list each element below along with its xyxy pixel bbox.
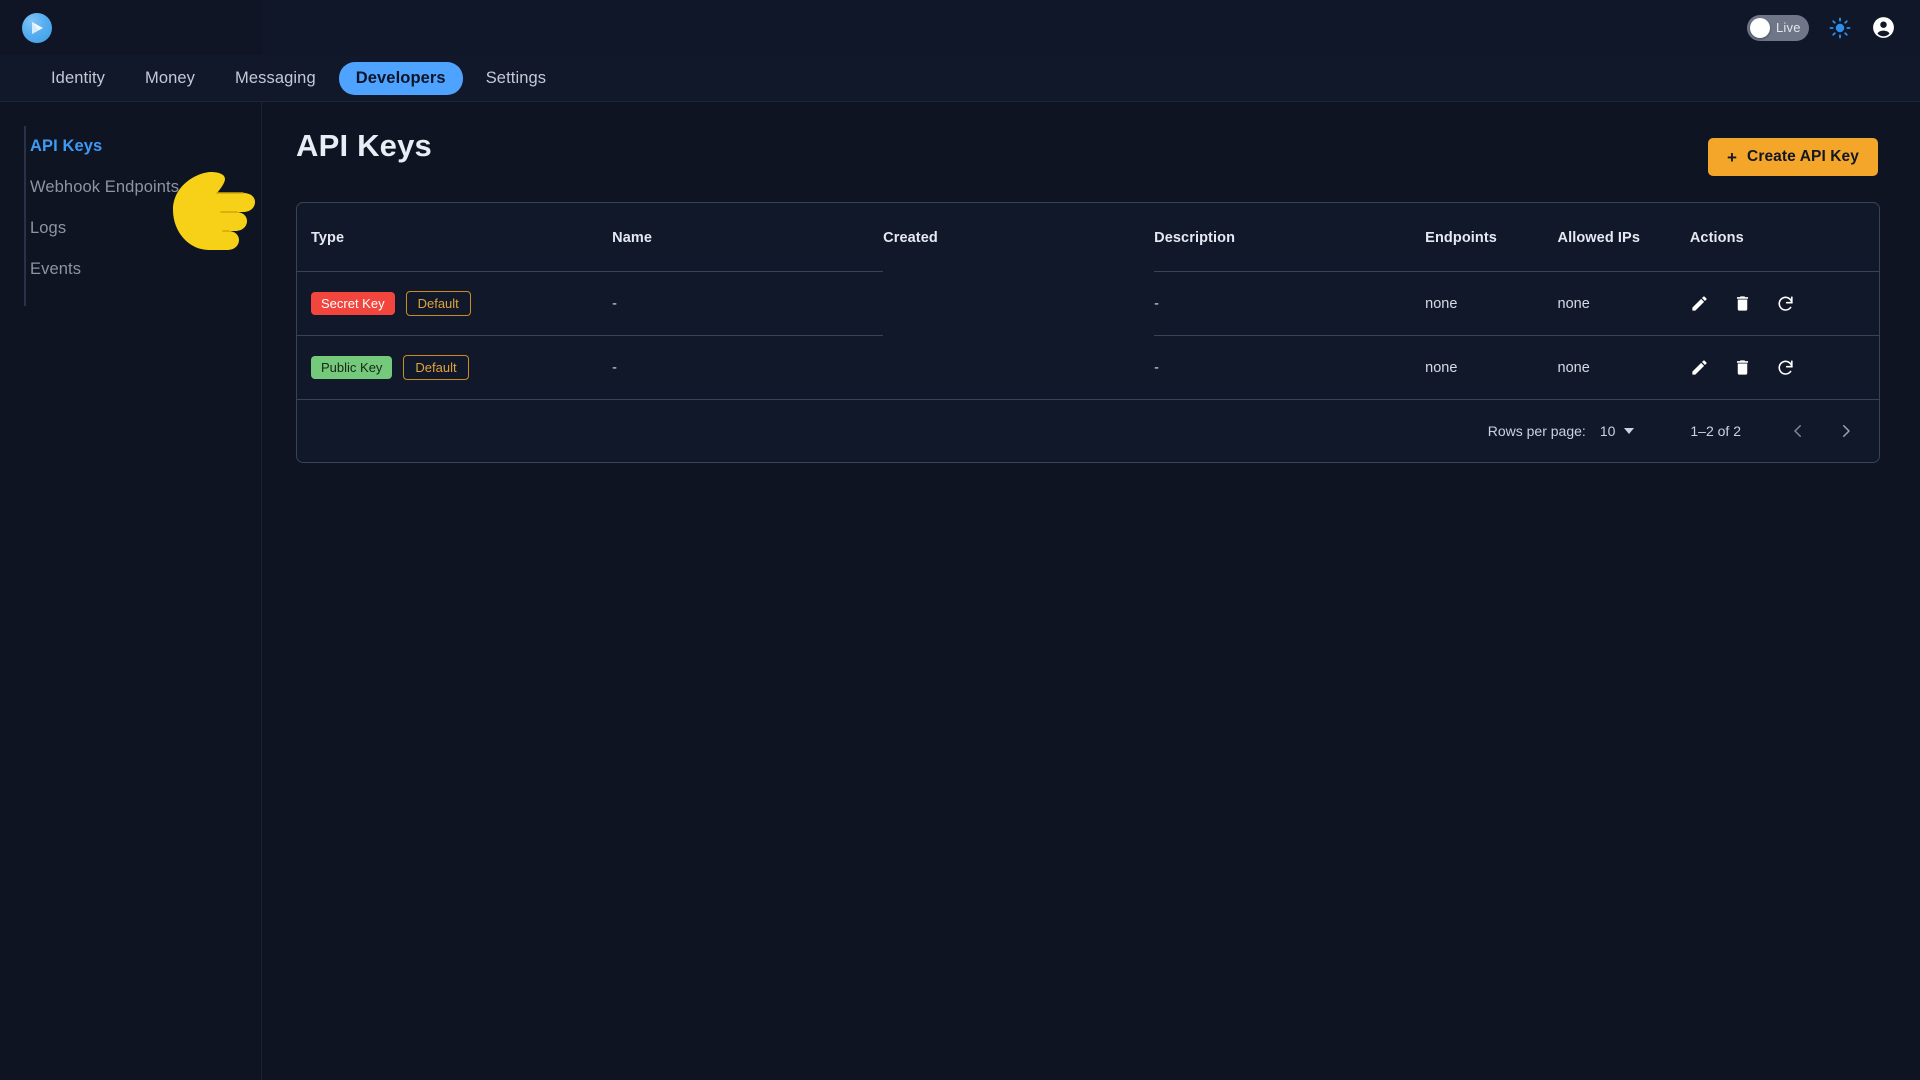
- pagination-nav: [1789, 422, 1863, 440]
- delete-icon[interactable]: [1733, 358, 1752, 377]
- edit-icon[interactable]: [1690, 358, 1709, 377]
- nav-tab-identity[interactable]: Identity: [34, 62, 122, 95]
- regenerate-icon[interactable]: [1776, 294, 1795, 313]
- main-content: API Keys + Create API Key Type Name Crea…: [173, 102, 1920, 1080]
- secondary-sidebar: API Keys Webhook Endpoints Logs Events: [0, 102, 262, 1080]
- toggle-knob: [1750, 17, 1770, 38]
- table-pagination: Rows per page: 10 1–2 of 2: [297, 400, 1879, 462]
- type-badge-group: Public Key Default: [311, 355, 612, 380]
- chevron-down-icon: [1624, 428, 1635, 434]
- table-header: Type Name Created Description Endpoints …: [297, 203, 1879, 272]
- primary-nav: Identity Money Messaging Developers Sett…: [0, 55, 1920, 102]
- live-mode-toggle[interactable]: Live: [1747, 14, 1809, 41]
- column-header-type: Type: [297, 203, 613, 272]
- type-badge-group: Secret Key Default: [311, 291, 612, 316]
- cell-endpoints: none: [1425, 335, 1558, 400]
- create-api-key-button[interactable]: + Create API Key: [1708, 138, 1878, 176]
- chevron-right-icon[interactable]: [1837, 422, 1855, 440]
- delete-icon[interactable]: [1733, 294, 1752, 313]
- live-toggle-label: Live: [1776, 20, 1801, 35]
- chevron-left-icon[interactable]: [1789, 422, 1807, 440]
- main-header: API Keys + Create API Key: [296, 128, 1880, 176]
- page-body: API Keys Webhook Endpoints Logs Events A…: [0, 102, 1920, 1080]
- sidebar-item-api-keys[interactable]: API Keys: [0, 126, 261, 167]
- cell-actions: [1689, 335, 1879, 400]
- regenerate-icon[interactable]: [1776, 358, 1795, 377]
- app-logo-icon[interactable]: [22, 12, 52, 43]
- cell-allowed-ips: none: [1557, 271, 1690, 336]
- top-bar-right-controls: Live: [1747, 0, 1896, 55]
- nav-tab-messaging[interactable]: Messaging: [218, 62, 333, 95]
- brightness-sun-icon[interactable]: [1829, 17, 1851, 39]
- brand-zone: [0, 0, 262, 55]
- status-badge-default: Default: [403, 355, 469, 380]
- column-header-created: Created: [883, 230, 938, 246]
- cell-name: -: [612, 335, 884, 400]
- column-header-allowed-ips: Allowed IPs: [1557, 203, 1690, 272]
- row-actions: [1690, 294, 1879, 313]
- cell-type: Public Key Default: [297, 335, 613, 400]
- table-row[interactable]: Secret Key Default - - none none: [297, 271, 1879, 336]
- pagination-range: 1–2 of 2: [1690, 423, 1741, 439]
- table-body: Secret Key Default - - none none Public …: [297, 271, 1879, 400]
- nav-tab-money[interactable]: Money: [128, 62, 212, 95]
- rows-per-page-select[interactable]: 10: [1600, 423, 1635, 439]
- cell-created: [883, 272, 1154, 336]
- nav-tab-settings[interactable]: Settings: [469, 62, 563, 95]
- table-row[interactable]: Public Key Default - - none none: [297, 335, 1879, 400]
- plus-icon: +: [1727, 147, 1738, 167]
- column-header-name: Name: [612, 203, 884, 272]
- column-header-description: Description: [1154, 203, 1426, 272]
- status-badge-public-key: Public Key: [311, 356, 393, 379]
- column-header-endpoints: Endpoints: [1425, 203, 1558, 272]
- create-api-key-label: Create API Key: [1747, 148, 1859, 165]
- account-circle-icon[interactable]: [1871, 15, 1896, 40]
- row-actions: [1690, 358, 1879, 377]
- cell-type: Secret Key Default: [297, 271, 613, 336]
- cell-description: -: [1154, 271, 1426, 336]
- cell-allowed-ips: none: [1557, 335, 1690, 400]
- status-badge-default: Default: [405, 291, 471, 316]
- sidebar-item-webhook-endpoints[interactable]: Webhook Endpoints: [0, 167, 261, 208]
- cell-actions: [1689, 271, 1879, 336]
- api-keys-table: Type Name Created Description Endpoints …: [297, 203, 1879, 400]
- sidebar-item-events[interactable]: Events: [0, 249, 261, 290]
- sidebar-item-logs[interactable]: Logs: [0, 208, 261, 249]
- rows-per-page-label: Rows per page:: [1487, 423, 1586, 439]
- table-header-row: Type Name Created Description Endpoints …: [297, 203, 1879, 272]
- column-header-actions: Actions: [1689, 203, 1879, 272]
- cell-name: -: [612, 271, 884, 336]
- cell-endpoints: none: [1425, 271, 1558, 336]
- edit-icon[interactable]: [1690, 294, 1709, 313]
- page-title: API Keys: [296, 128, 432, 163]
- cell-created: [883, 335, 1155, 400]
- rows-per-page-value: 10: [1599, 423, 1616, 439]
- api-keys-table-card: Type Name Created Description Endpoints …: [296, 202, 1880, 463]
- top-bar: Live: [0, 0, 1920, 55]
- status-badge-secret-key: Secret Key: [311, 292, 395, 315]
- cell-description: -: [1154, 335, 1426, 400]
- nav-tab-developers[interactable]: Developers: [338, 61, 463, 95]
